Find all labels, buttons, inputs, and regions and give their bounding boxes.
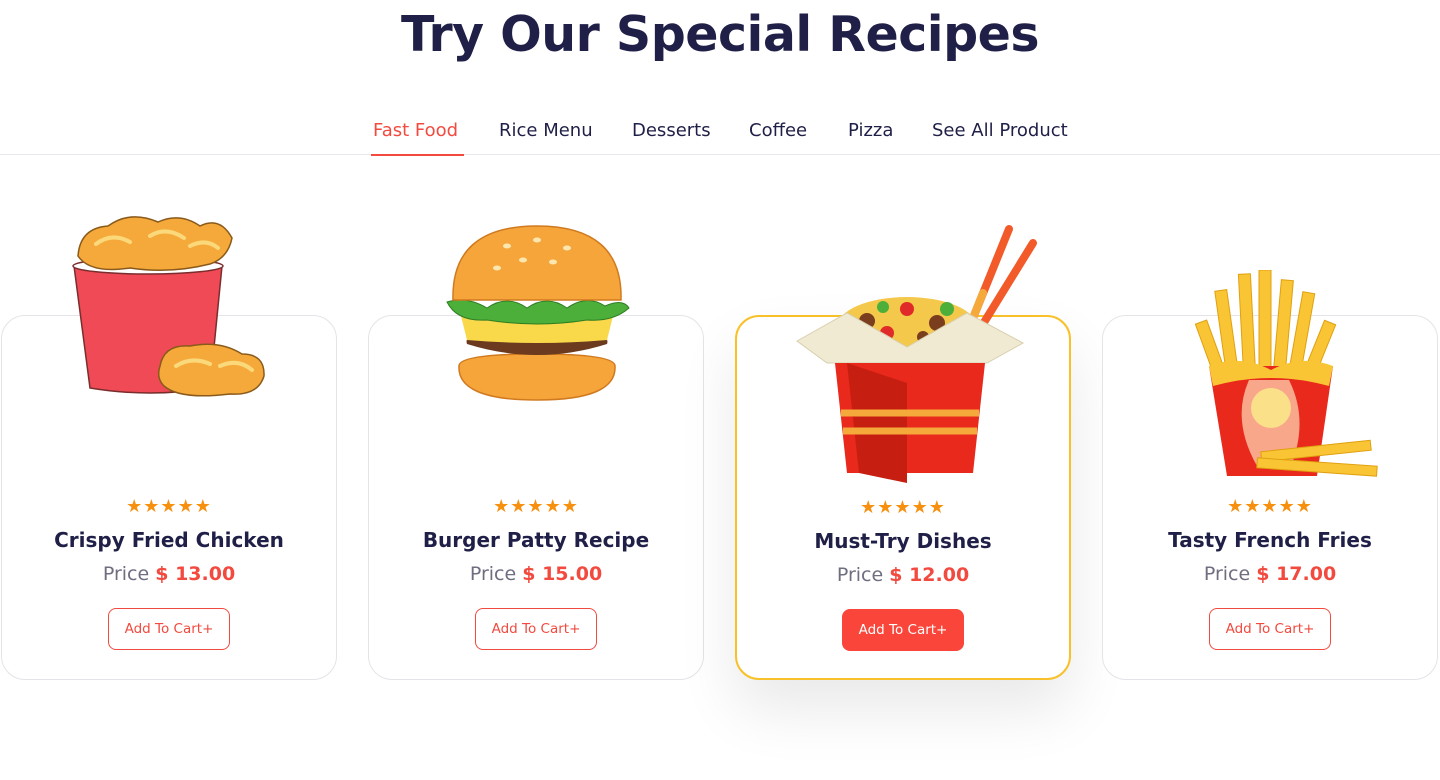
price-value: $ 12.00 — [889, 564, 970, 586]
tab-pizza[interactable]: Pizza — [848, 120, 893, 155]
add-to-cart-button[interactable]: Add To Cart+ — [842, 609, 964, 651]
price-value: $ 17.00 — [1256, 563, 1337, 585]
product-name: Burger Patty Recipe — [422, 528, 650, 552]
burger-icon — [446, 225, 630, 401]
tab-see-all-product[interactable]: See All Product — [932, 120, 1068, 155]
price-value: $ 13.00 — [155, 563, 236, 585]
price-label: Price — [1203, 563, 1251, 585]
rating-stars: ★★★★★ — [126, 496, 212, 517]
product-name: Tasty French Fries — [1168, 528, 1372, 552]
product-price: Price $ 17.00 — [1103, 563, 1437, 585]
rating-stars: ★★★★★ — [860, 497, 946, 518]
price-label: Price — [469, 563, 517, 585]
product-card-featured[interactable]: ★★★★★ Must-Try Dishes Price $ 12.00 Add … — [735, 225, 1071, 680]
french-fries-icon — [1194, 270, 1378, 477]
add-to-cart-button[interactable]: Add To Cart+ — [475, 608, 597, 650]
product-name: Must-Try Dishes — [814, 529, 992, 553]
add-to-cart-button[interactable]: Add To Cart+ — [108, 608, 230, 650]
price-value: $ 15.00 — [522, 563, 603, 585]
product-card[interactable]: ★★★★★ Burger Patty Recipe Price $ 15.00 … — [368, 225, 704, 680]
page-title: Try Our Special Recipes — [400, 6, 1040, 63]
product-card[interactable]: ★★★★★ Tasty French Fries Price $ 17.00 A… — [1102, 270, 1438, 680]
fried-chicken-icon — [72, 216, 265, 397]
tab-coffee[interactable]: Coffee — [749, 120, 807, 155]
tab-desserts[interactable]: Desserts — [632, 120, 711, 155]
category-tabs: Fast Food Rice Menu Desserts Coffee Pizz… — [0, 116, 1440, 156]
price-label: Price — [836, 564, 884, 586]
product-price: Price $ 13.00 — [2, 563, 336, 585]
price-label: Price — [102, 563, 150, 585]
rating-stars: ★★★★★ — [1227, 496, 1313, 517]
product-price: Price $ 15.00 — [369, 563, 703, 585]
tab-fast-food[interactable]: Fast Food — [370, 120, 465, 156]
product-card[interactable]: ★★★★★ Crispy Fried Chicken Price $ 13.00… — [1, 216, 337, 680]
product-name: Crispy Fried Chicken — [54, 528, 284, 552]
product-price: Price $ 12.00 — [737, 564, 1069, 586]
rating-stars: ★★★★★ — [493, 496, 579, 517]
tab-rice-menu[interactable]: Rice Menu — [499, 120, 593, 155]
noodle-box-icon — [796, 225, 1037, 483]
add-to-cart-button[interactable]: Add To Cart+ — [1209, 608, 1331, 650]
